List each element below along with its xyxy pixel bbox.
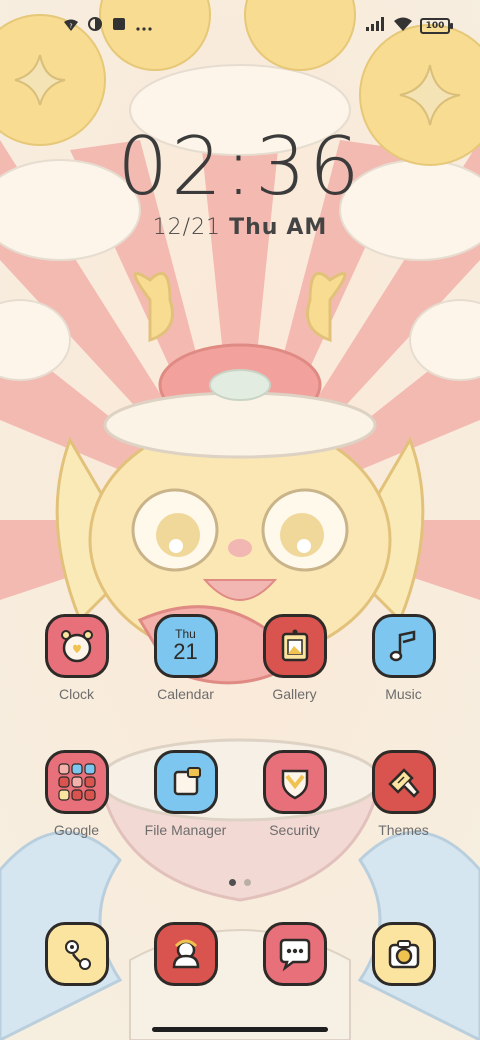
- date-text: 12/21: [152, 215, 222, 240]
- dock: [22, 922, 458, 986]
- ampm-text: AM: [286, 215, 328, 240]
- app-label: Google: [53, 822, 100, 838]
- app-grid-row-2: Google File Manager Security Themes: [22, 750, 458, 838]
- status-icons-left: ?: [64, 16, 152, 35]
- app-label: Clock: [58, 686, 94, 702]
- music-note-icon[interactable]: [371, 614, 436, 678]
- wifi-question-icon: ?: [64, 16, 78, 35]
- dock-app-flower[interactable]: [22, 922, 131, 986]
- svg-text:?: ?: [69, 23, 72, 30]
- page-dot-2[interactable]: [244, 879, 251, 886]
- date-display: 12/21 Thu AM: [0, 215, 480, 240]
- page-indicator[interactable]: [0, 879, 480, 886]
- google-folder-icon[interactable]: [44, 750, 109, 814]
- app-security[interactable]: Security: [240, 750, 349, 838]
- dock-app-messages[interactable]: [240, 922, 349, 986]
- paintbrush-icon[interactable]: [371, 750, 436, 814]
- app-music[interactable]: Music: [349, 614, 458, 702]
- time-display: 02:36: [117, 120, 363, 213]
- app-label: Themes: [378, 822, 429, 838]
- shield-icon[interactable]: [262, 750, 327, 814]
- data-saver-icon: [88, 16, 102, 35]
- calendar-date: 21: [173, 639, 198, 664]
- file-manager-icon[interactable]: [153, 750, 218, 814]
- app-label: Security: [269, 822, 320, 838]
- status-bar: ? 100: [0, 0, 480, 56]
- dock-app-camera[interactable]: [349, 922, 458, 986]
- battery-indicator: 100: [420, 17, 453, 34]
- page-dot-1[interactable]: [229, 879, 236, 886]
- signal-icon: [366, 16, 386, 35]
- app-label: Music: [385, 686, 422, 702]
- app-google[interactable]: Google: [22, 750, 131, 838]
- status-icons-right: 100: [366, 16, 453, 35]
- wifi-icon: [394, 16, 412, 35]
- picture-icon[interactable]: [262, 614, 327, 678]
- camera-icon[interactable]: [371, 922, 436, 986]
- app-file-manager[interactable]: File Manager: [131, 750, 240, 838]
- flower-icon[interactable]: [44, 922, 109, 986]
- alarm-clock-icon[interactable]: [44, 614, 109, 678]
- app-grid-row-1: Clock Thu 21 Calendar Gallery Music: [22, 614, 458, 702]
- app-calendar[interactable]: Thu 21 Calendar: [131, 614, 240, 702]
- app-label: Gallery: [272, 686, 317, 702]
- messages-icon[interactable]: [262, 922, 327, 986]
- weekday-text: Thu: [229, 215, 279, 240]
- app-label: Calendar: [157, 686, 214, 702]
- calendar-icon[interactable]: Thu 21: [153, 614, 218, 678]
- app-label: File Manager: [144, 822, 227, 838]
- stop-icon: [112, 16, 126, 35]
- more-icon: [136, 16, 152, 35]
- app-gallery[interactable]: Gallery: [240, 614, 349, 702]
- app-themes[interactable]: Themes: [349, 750, 458, 838]
- gesture-navigation-bar[interactable]: [152, 1027, 328, 1032]
- app-clock[interactable]: Clock: [22, 614, 131, 702]
- contacts-icon[interactable]: [153, 922, 218, 986]
- dock-app-contacts[interactable]: [131, 922, 240, 986]
